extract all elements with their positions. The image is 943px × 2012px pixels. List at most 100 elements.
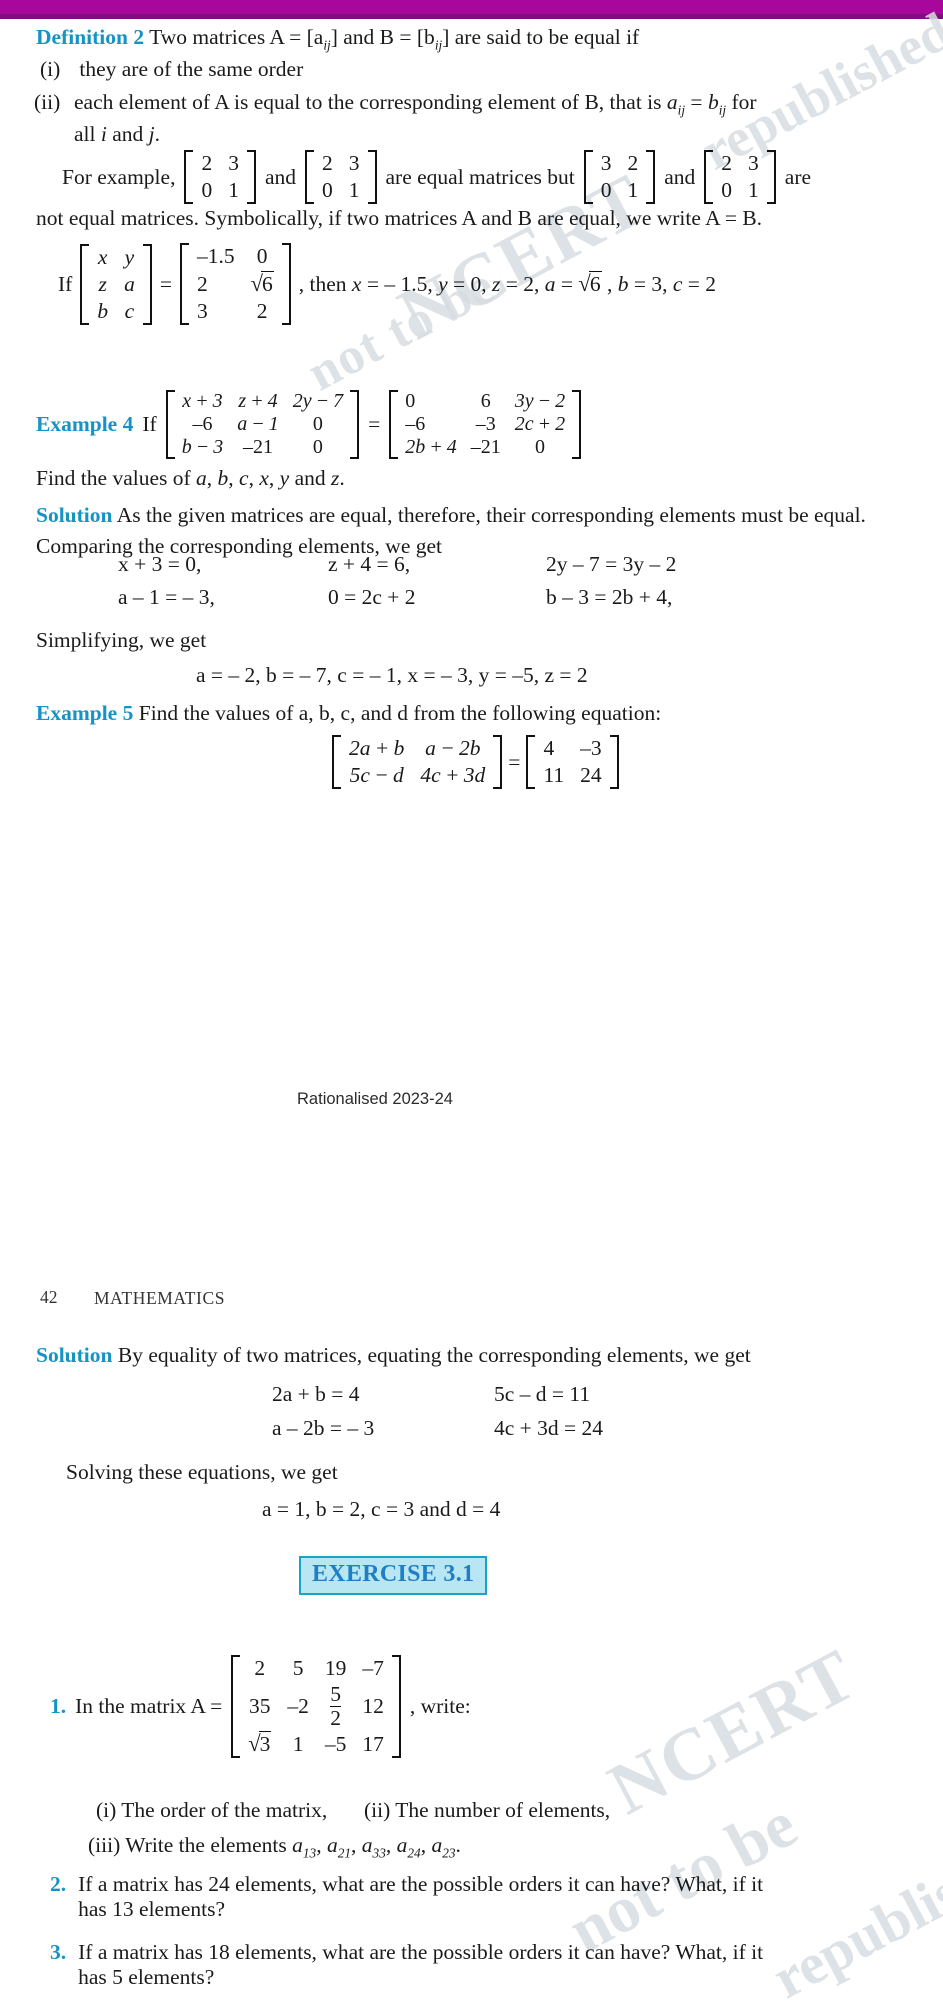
matrix-example-1: 2301	[184, 150, 256, 204]
q2-line1: If a matrix has 24 elements, what are th…	[78, 1872, 764, 1896]
header-color-bar-secondary	[0, 14, 943, 19]
example-5-solution-text: By equality of two matrices, equating th…	[117, 1343, 751, 1367]
eq-r2-c3: b – 3 = 2b + 4,	[546, 585, 673, 609]
ex5-eq-r2-c1: a – 2b = – 3	[272, 1416, 375, 1440]
q3-marker: 3.	[50, 1940, 67, 1964]
example-4-if: If	[142, 412, 157, 436]
definition-lead-mid: ] and B = [b	[330, 25, 435, 49]
matrix-equality-lhs: xy za bc	[80, 243, 152, 325]
equality-then-text: , then x = – 1.5, y = 0, z = 2, a = √6 ,…	[298, 271, 717, 296]
matrix-example4-lhs: x + 3z + 4 2y − 7 –6 a − 10 b − 3 –21 0	[165, 390, 360, 459]
eq-r1-c3: 2y – 7 = 3y – 2	[546, 552, 677, 576]
ex5-eq-r1-c1: 2a + b = 4	[272, 1382, 360, 1406]
eq-r1-c1: x + 3 = 0,	[118, 552, 202, 576]
example-5-solving: Solving these equations, we get	[66, 1460, 338, 1484]
definition-item-ii-marker: (ii)	[34, 90, 61, 114]
example-5-equals: =	[508, 749, 521, 774]
example-4-equals: =	[368, 412, 381, 436]
definition-item-ii: (ii) each element of A is equal to the co…	[34, 87, 924, 120]
q2-marker: 2.	[50, 1872, 67, 1896]
eq-r2-c1: a – 1 = – 3,	[118, 585, 215, 609]
example-5-solution-label: Solution	[36, 1343, 113, 1367]
matrix-example-4: 2301	[704, 150, 776, 204]
q1-lead: In the matrix A =	[75, 1694, 223, 1719]
definition-2-block: Definition 2 Two matrices A = [aij] and …	[36, 22, 916, 55]
equality-if-label: If	[58, 271, 73, 296]
q3-line1: If a matrix has 18 elements, what are th…	[78, 1940, 764, 1964]
eq-r2-c2: 0 = 2c + 2	[328, 585, 416, 609]
matrix-example-3: 3201	[583, 150, 656, 204]
example-4-find: Find the values of a, b, c, x, y and z.	[36, 466, 345, 490]
q1-elem-4: 24	[407, 1845, 421, 1861]
example-4-row: Example 4 If x + 3z + 4 2y − 7 –6 a − 10 b…	[36, 390, 582, 459]
definition-lead-end: ] are said to be equal if	[442, 25, 640, 49]
example-4-solution-label: Solution	[36, 503, 113, 527]
matrix-q1: 2 5 19 –7 35 –2 52 12 √3 1 –5 17	[231, 1655, 401, 1759]
definition-item-ii-text-a: each element of A is equal to the corres…	[74, 90, 667, 114]
example-4-answers: a = – 2, b = – 7, c = – 1, x = – 3, y = …	[196, 663, 588, 687]
running-head: MATHEMATICS	[94, 1288, 226, 1308]
equality-equals-sign: =	[159, 271, 172, 296]
example-4-label: Example 4	[36, 412, 134, 436]
matrix-equality-rhs: –1.5 0 2 √6 32	[179, 243, 291, 325]
exercise-q1-sub-iii: (iii) Write the elements a13, a21, a33, …	[88, 1833, 461, 1861]
q1-sub-ii: (ii) The number of elements,	[364, 1798, 611, 1822]
exercise-q2: 2. If a matrix has 24 elements, what are…	[50, 1872, 938, 1922]
definition-sub-ij-1: ij	[323, 37, 331, 53]
definition-item-ii-line2-b: and	[106, 122, 149, 146]
exercise-q3: 3. If a matrix has 18 elements, what are…	[50, 1940, 938, 1990]
example-5-matrix-row: 2a + ba − 2b 5c − d 4c + 3d = 4 –3 11 24	[332, 735, 619, 789]
page-number: 42	[40, 1287, 58, 1307]
example-4-simplifying: Simplifying, we get	[36, 628, 207, 652]
definition-item-i-text: they are of the same order	[79, 57, 304, 81]
for-example-row: For example, 2301 and 2301 are equal mat…	[62, 150, 811, 204]
example-5-label: Example 5	[36, 701, 134, 725]
example-5-head: Example 5 Find the values of a, b, c, an…	[36, 698, 661, 729]
q1-marker: 1.	[50, 1694, 67, 1719]
definition-label: Definition 2	[36, 25, 145, 49]
and-label-1: and	[264, 164, 296, 189]
example-5-solution: Solution By equality of two matrices, eq…	[36, 1340, 920, 1371]
for-example-label: For example,	[62, 164, 176, 189]
q1-elem-5: 23	[442, 1845, 456, 1861]
q1-sub-i: (i) The order of the matrix,	[96, 1798, 328, 1822]
matrix-example-2: 2301	[305, 150, 377, 204]
example-5-prompt: Find the values of a, b, c, and d from t…	[138, 701, 662, 725]
ex5-eq-r1-c2: 5c – d = 11	[494, 1382, 591, 1406]
q1-sub-iii-lead: (iii) Write the elements	[88, 1833, 293, 1857]
definition-item-ii-line2: all i and j.	[74, 119, 160, 150]
q1-tail: , write:	[409, 1694, 471, 1719]
definition-item-ii-line2-a: all	[74, 122, 101, 146]
and-label-2: and	[664, 164, 696, 189]
definition-item-ii-line2-c: .	[154, 122, 161, 146]
definition-item-ii-text-c: for	[726, 90, 757, 114]
definition-item-ii-text-b: =	[685, 90, 708, 114]
example-4-equations: x + 3 = 0, z + 4 = 6, 2y – 7 = 3y – 2 a …	[118, 552, 878, 610]
definition-item-i: (i) they are of the same order	[40, 54, 303, 85]
matrix-example5-lhs: 2a + ba − 2b 5c − d 4c + 3d	[332, 735, 503, 789]
definition-item-i-marker: (i)	[40, 57, 61, 81]
equality-example-row: If xy za bc = –1.5 0 2 √6 32 , then x = …	[58, 243, 716, 325]
exercise-heading: EXERCISE 3.1	[299, 1556, 488, 1595]
q2-line2: has 13 elements?	[78, 1897, 225, 1921]
matrix-example4-rhs: 0 6 3y − 2 –6 –3 2c + 2 2b + 4 –21 0	[389, 390, 582, 459]
rationalised-footer: Rationalised 2023-24	[297, 1090, 453, 1108]
definition-lead: Two matrices A = [a	[149, 25, 324, 49]
header-color-bar	[0, 0, 943, 14]
exercise-q1-sub-row: (i) The order of the matrix, (ii) The nu…	[96, 1798, 916, 1823]
ex5-eq-r2-c2: 4c + 3d = 24	[494, 1416, 604, 1440]
example-5-equations: 2a + b = 4 5c – d = 11 a – 2b = – 3 4c +…	[272, 1382, 892, 1441]
textbook-page: NCERT not to be republished NCERT not to…	[0, 0, 943, 2011]
example-4-solution-text: As the given matrices are equal, therefo…	[36, 503, 866, 558]
q1-elem-1: 13	[302, 1845, 317, 1861]
matrix-example5-rhs: 4 –3 11 24	[526, 735, 619, 789]
q3-line2: has 5 elements?	[78, 1965, 215, 1989]
are-label: are	[784, 164, 812, 189]
eq-r1-c2: z + 4 = 6,	[328, 552, 411, 576]
q1-elem-3: 33	[372, 1845, 386, 1861]
example-5-answers: a = 1, b = 2, c = 3 and d = 4	[262, 1497, 501, 1521]
q1-elem-2: 21	[337, 1845, 352, 1861]
exercise-q1: 1. In the matrix A = 2 5 19 –7 35 –2 52 12 √…	[50, 1655, 471, 1759]
are-equal-label: are equal matrices but	[385, 164, 575, 189]
not-equal-closing: not equal matrices. Symbolically, if two…	[36, 206, 763, 230]
